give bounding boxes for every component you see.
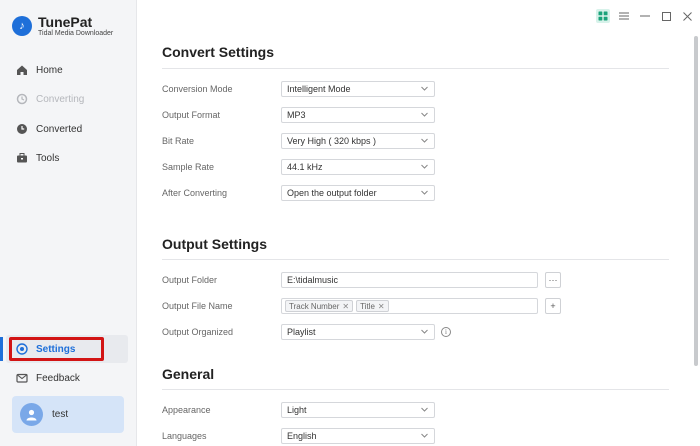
plus-icon: + (550, 301, 556, 311)
output-folder-label: Output Folder (162, 275, 218, 285)
sidebar-item-home[interactable]: Home (16, 57, 128, 83)
converting-icon (16, 93, 28, 105)
after-converting-select[interactable]: Open the output folder (281, 185, 435, 201)
chevron-down-icon (421, 86, 428, 91)
chevron-down-icon (421, 112, 428, 117)
output-file-name-field[interactable]: Track Number ✕ Title ✕ (281, 298, 538, 314)
after-converting-value: Open the output folder (287, 188, 377, 198)
sidebar-item-label: Converted (36, 123, 83, 135)
chevron-down-icon (421, 190, 428, 195)
after-converting-label: After Converting (162, 188, 228, 198)
output-folder-value: E:\tidalmusic (287, 275, 339, 285)
toolbox-icon (16, 152, 28, 164)
avatar (20, 403, 43, 426)
sidebar: ♪ TunePat Tidal Media Downloader Home Co… (0, 0, 137, 446)
divider (162, 389, 669, 390)
tunepat-logo-icon: ♪ (12, 16, 32, 36)
sidebar-item-settings[interactable]: Settings (16, 336, 128, 362)
languages-select[interactable]: English (281, 428, 435, 444)
output-organized-label: Output Organized (162, 327, 234, 337)
output-organized-value: Playlist (287, 327, 316, 337)
add-tag-button[interactable]: + (545, 298, 561, 314)
home-icon (16, 64, 28, 76)
chevron-down-icon (421, 138, 428, 143)
appearance-label: Appearance (162, 405, 211, 415)
divider (162, 259, 669, 260)
sidebar-item-label: Settings (36, 343, 76, 355)
sidebar-item-label: Tools (36, 152, 60, 164)
output-settings-title: Output Settings (162, 236, 267, 252)
tag-track-number: Track Number ✕ (285, 300, 354, 312)
sidebar-item-converting[interactable]: Converting (16, 86, 128, 112)
convert-settings-title: Convert Settings (162, 44, 275, 60)
output-file-name-label: Output File Name (162, 301, 233, 311)
chevron-down-icon (421, 329, 428, 334)
output-format-label: Output Format (162, 110, 221, 120)
bit-rate-value: Very High ( 320 kbps ) (287, 136, 377, 146)
sidebar-item-label: Converting (36, 93, 85, 105)
sidebar-item-label: Feedback (36, 372, 80, 384)
conversion-mode-select[interactable]: Intelligent Mode (281, 81, 435, 97)
sidebar-item-label: Home (36, 64, 63, 76)
divider (162, 68, 669, 69)
user-card[interactable]: test (12, 396, 124, 433)
settings-icon (16, 343, 28, 355)
active-indicator (0, 337, 3, 361)
bit-rate-select[interactable]: Very High ( 320 kbps ) (281, 133, 435, 149)
sample-rate-label: Sample Rate (162, 162, 215, 172)
chevron-down-icon (421, 407, 428, 412)
appearance-select[interactable]: Light (281, 402, 435, 418)
browse-folder-button[interactable]: ··· (545, 272, 561, 288)
bit-rate-label: Bit Rate (162, 136, 195, 146)
app-subtitle: Tidal Media Downloader (38, 29, 114, 37)
user-icon (26, 409, 37, 421)
user-name: test (52, 409, 69, 420)
app-name: TunePat (38, 13, 93, 30)
languages-label: Languages (162, 431, 207, 441)
brand: ♪ TunePat Tidal Media Downloader (12, 14, 113, 38)
output-folder-field[interactable]: E:\tidalmusic (281, 272, 538, 288)
remove-tag-icon[interactable]: ✕ (342, 302, 349, 311)
output-format-select[interactable]: MP3 (281, 107, 435, 123)
scrollbar[interactable] (694, 36, 698, 366)
sidebar-item-tools[interactable]: Tools (16, 145, 128, 171)
appearance-value: Light (287, 405, 307, 415)
more-icon: ··· (548, 275, 558, 285)
info-icon[interactable]: i (441, 327, 451, 337)
output-organized-select[interactable]: Playlist (281, 324, 435, 340)
clock-icon (16, 123, 28, 135)
sample-rate-select[interactable]: 44.1 kHz (281, 159, 435, 175)
mail-icon (16, 372, 28, 384)
conversion-mode-value: Intelligent Mode (287, 84, 351, 94)
sidebar-item-converted[interactable]: Converted (16, 116, 128, 142)
sample-rate-value: 44.1 kHz (287, 162, 323, 172)
chevron-down-icon (421, 433, 428, 438)
output-format-value: MP3 (287, 110, 306, 120)
conversion-mode-label: Conversion Mode (162, 84, 233, 94)
remove-tag-icon[interactable]: ✕ (378, 302, 385, 311)
languages-value: English (287, 431, 317, 441)
sidebar-item-feedback[interactable]: Feedback (16, 365, 128, 391)
general-title: General (162, 366, 215, 382)
chevron-down-icon (421, 164, 428, 169)
tag-title: Title ✕ (356, 300, 389, 312)
settings-panel: Convert Settings Conversion Mode Intelli… (137, 0, 700, 446)
